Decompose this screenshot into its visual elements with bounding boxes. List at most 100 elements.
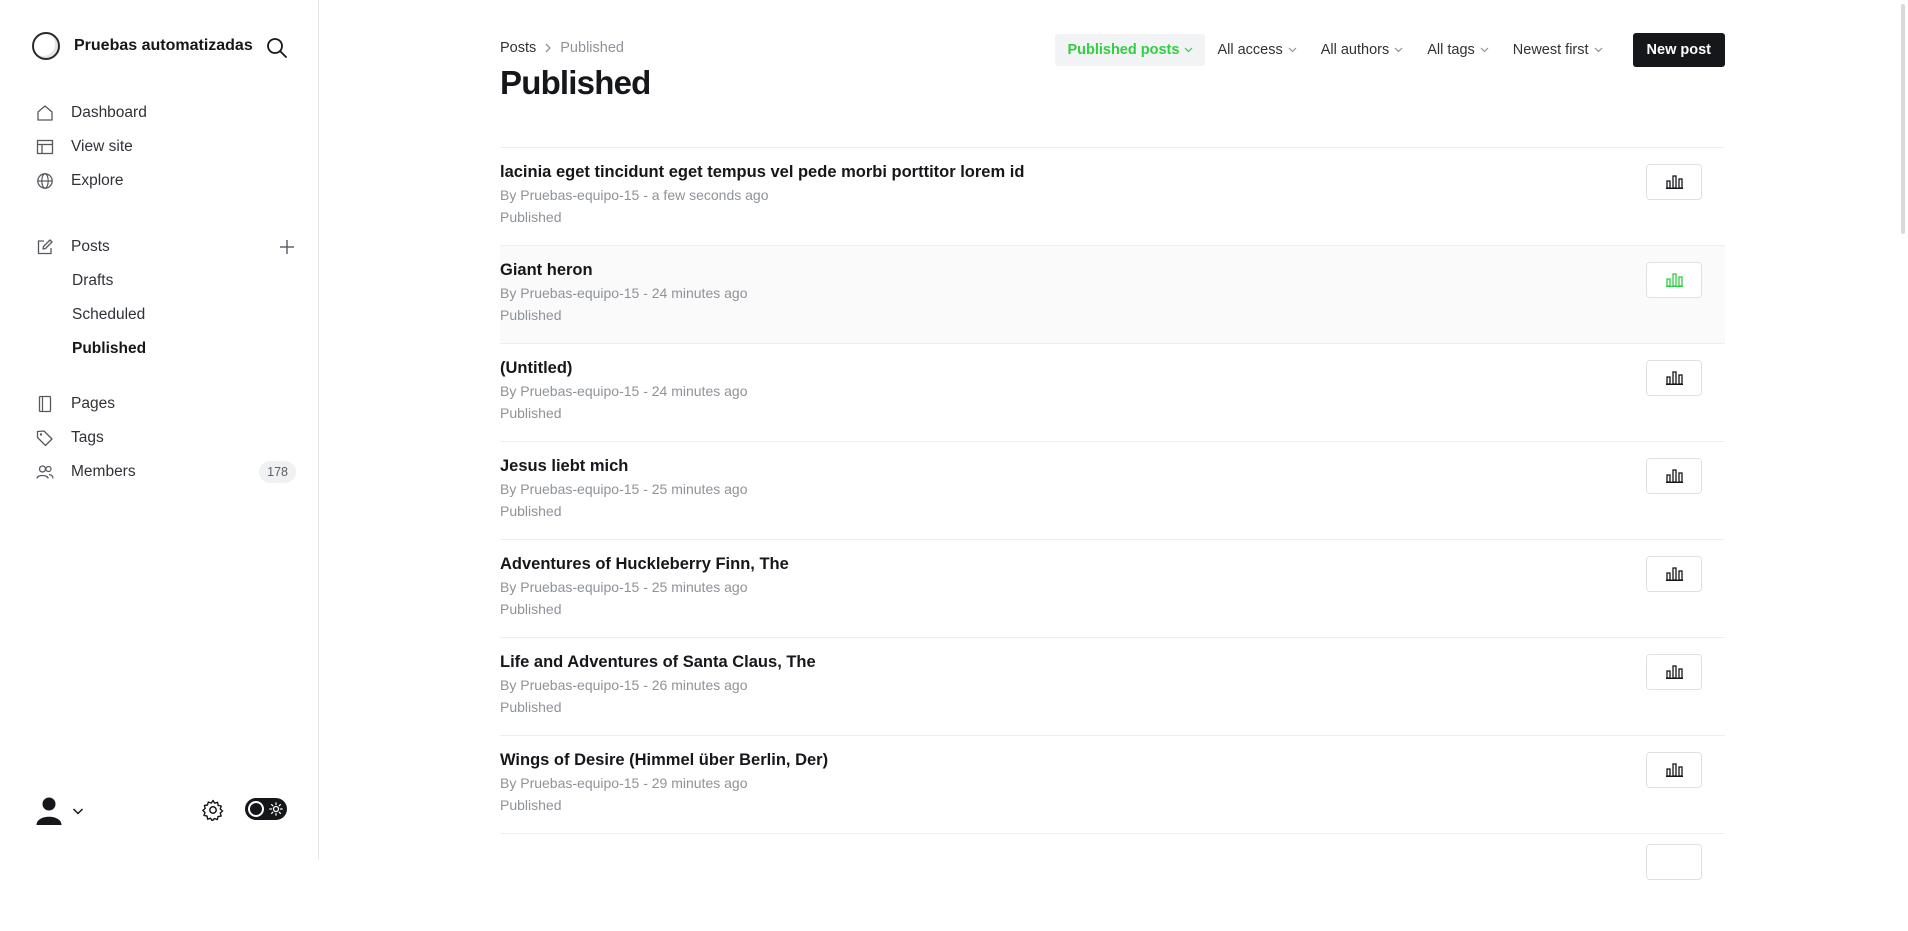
sidebar-item-label: Members	[71, 463, 136, 480]
post-row[interactable]: Jesus liebt mich By Pruebas-equipo-15 - 2…	[500, 441, 1725, 539]
filter-label: Published posts	[1067, 42, 1180, 58]
breadcrumb-posts-link[interactable]: Posts	[500, 40, 536, 56]
site-title: Pruebas automatizadas	[74, 37, 253, 54]
user-avatar-icon[interactable]	[36, 796, 62, 826]
chevron-down-icon[interactable]	[72, 804, 84, 816]
post-meta: By Pruebas-equipo-15 - 24 minutes ago	[500, 383, 748, 399]
tag-icon	[36, 429, 54, 447]
new-post-button[interactable]: New post	[1632, 33, 1725, 67]
post-status: Published	[500, 307, 562, 323]
post-analytics-button[interactable]	[1646, 360, 1702, 396]
posts-nav: Posts Drafts Scheduled Published	[36, 230, 296, 366]
toggle-knob	[248, 801, 264, 817]
sidebar-item-label: Dashboard	[71, 104, 147, 121]
bar-chart-icon	[1665, 175, 1683, 189]
filter-type-dropdown[interactable]: Published posts	[1055, 34, 1206, 66]
post-analytics-button[interactable]	[1646, 844, 1702, 880]
bar-chart-icon	[1665, 469, 1683, 483]
page-title: Published	[500, 64, 651, 101]
sidebar-item-explore[interactable]: Explore	[36, 164, 296, 198]
members-icon	[36, 463, 54, 481]
sidebar-item-label: Pages	[71, 395, 115, 412]
site-header[interactable]: Pruebas automatizadas	[32, 32, 253, 60]
sort-order-dropdown[interactable]: Newest first	[1501, 34, 1615, 66]
post-meta: By Pruebas-equipo-15 - 25 minutes ago	[500, 481, 748, 497]
post-meta: By Pruebas-equipo-15 - 29 minutes ago	[500, 775, 748, 791]
filter-authors-dropdown[interactable]: All authors	[1309, 34, 1416, 66]
post-row[interactable]: lacinia eget tincidunt eget tempus vel p…	[500, 147, 1725, 245]
edit-icon	[36, 238, 54, 256]
chevron-down-icon	[1185, 47, 1193, 53]
post-analytics-button[interactable]	[1646, 752, 1702, 788]
sidebar-item-tags[interactable]: Tags	[36, 421, 296, 455]
sidebar-item-published[interactable]: Published	[36, 332, 296, 366]
sidebar-item-pages[interactable]: Pages	[36, 387, 296, 421]
scrollbar[interactable]	[1898, 0, 1908, 860]
sidebar-footer	[36, 796, 288, 826]
post-status: Published	[500, 503, 562, 519]
post-status: Published	[500, 601, 562, 617]
bar-chart-icon	[1665, 763, 1683, 777]
post-title[interactable]: (Untitled)	[500, 359, 572, 378]
filter-access-dropdown[interactable]: All access	[1205, 34, 1308, 66]
post-row[interactable]: (Untitled) By Pruebas-equipo-15 - 24 minu…	[500, 343, 1725, 441]
post-title[interactable]: Jesus liebt mich	[500, 457, 628, 476]
post-status: Published	[500, 797, 562, 813]
gear-icon[interactable]	[202, 799, 224, 822]
sidebar-item-label: Published	[72, 340, 147, 357]
sidebar-item-view-site[interactable]: View site	[36, 130, 296, 164]
secondary-nav: Pages Tags Members 178	[36, 387, 296, 489]
chevron-down-icon	[1480, 47, 1489, 53]
sidebar-item-scheduled[interactable]: Scheduled	[36, 298, 296, 332]
post-meta: By Pruebas-equipo-15 - 24 minutes ago	[500, 285, 748, 301]
filter-label: All authors	[1320, 42, 1390, 58]
sun-icon	[269, 802, 283, 816]
home-icon	[36, 104, 54, 122]
sidebar: Pruebas automatizadas Dashboard View sit…	[0, 0, 319, 860]
post-row[interactable]: Life and Adventures of Santa Claus, The B…	[500, 637, 1725, 735]
post-meta: By Pruebas-equipo-15 - 26 minutes ago	[500, 677, 748, 693]
post-analytics-button[interactable]	[1646, 262, 1702, 298]
breadcrumb-current: Published	[560, 40, 624, 56]
sidebar-item-dashboard[interactable]: Dashboard	[36, 96, 296, 130]
post-title[interactable]: Adventures of Huckleberry Finn, The	[500, 555, 789, 574]
post-analytics-button[interactable]	[1646, 164, 1702, 200]
sidebar-item-drafts[interactable]: Drafts	[36, 264, 296, 298]
sidebar-item-members[interactable]: Members 178	[36, 455, 296, 489]
filter-label: Newest first	[1512, 42, 1589, 58]
theme-toggle[interactable]	[245, 798, 287, 820]
plus-icon[interactable]	[278, 238, 296, 256]
post-row[interactable]: Giant heron By Pruebas-equipo-15 - 24 min…	[500, 245, 1725, 343]
layout-icon	[36, 138, 54, 156]
post-analytics-button[interactable]	[1646, 654, 1702, 690]
scroll-thumb[interactable]	[1901, 4, 1905, 234]
sidebar-item-posts[interactable]: Posts	[36, 230, 296, 264]
bar-chart-icon	[1665, 273, 1683, 287]
post-analytics-button[interactable]	[1646, 556, 1702, 592]
post-status: Published	[500, 699, 562, 715]
post-meta: By Pruebas-equipo-15 - 25 minutes ago	[500, 579, 748, 595]
search-icon[interactable]	[266, 37, 288, 59]
filter-label: All access	[1217, 42, 1283, 58]
chevron-down-icon	[1288, 47, 1297, 53]
post-analytics-button[interactable]	[1646, 458, 1702, 494]
filter-bar: Published posts All access All authors A…	[1055, 33, 1725, 67]
filter-tags-dropdown[interactable]: All tags	[1415, 34, 1501, 66]
chevron-down-icon	[1594, 47, 1602, 53]
sidebar-item-label: View site	[71, 138, 133, 155]
post-title[interactable]: Giant heron	[500, 261, 593, 280]
post-title[interactable]: lacinia eget tincidunt eget tempus vel p…	[500, 163, 1024, 182]
post-row[interactable]: Wings of Desire (Himmel über Berlin, Der…	[500, 735, 1725, 833]
post-title[interactable]: Wings of Desire (Himmel über Berlin, Der…	[500, 751, 828, 770]
chevron-right-icon	[545, 43, 552, 53]
post-status: Published	[500, 209, 562, 225]
sidebar-item-label: Explore	[71, 172, 124, 189]
bar-chart-icon	[1665, 371, 1683, 385]
bar-chart-icon	[1665, 567, 1683, 581]
post-meta: By Pruebas-equipo-15 - a few seconds ago	[500, 187, 769, 203]
post-row[interactable]: Adventures of Huckleberry Finn, The By Pr…	[500, 539, 1725, 637]
post-title[interactable]: Life and Adventures of Santa Claus, The	[500, 653, 816, 672]
post-row-partial[interactable]	[500, 833, 1725, 931]
sidebar-item-label: Drafts	[72, 272, 114, 289]
sidebar-item-label: Tags	[71, 429, 104, 446]
